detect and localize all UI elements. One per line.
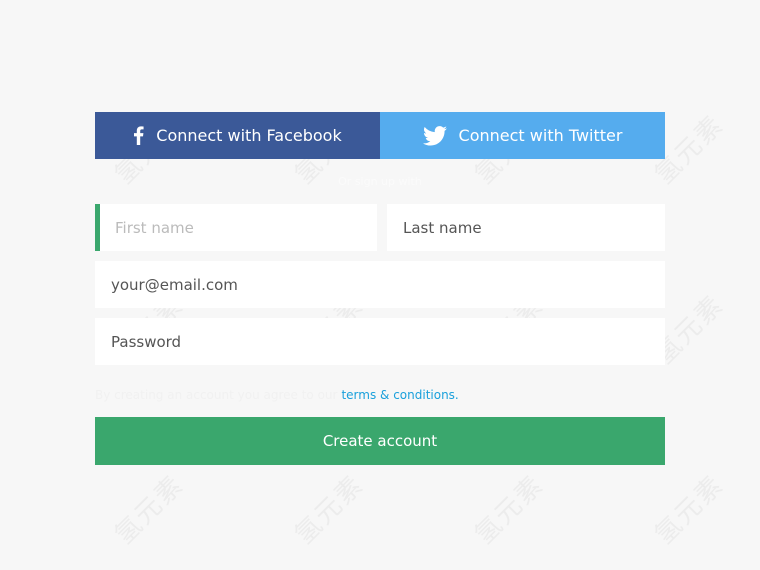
watermark-text: 氢元素 (109, 469, 190, 551)
divider-text: Or sign up with (338, 175, 422, 188)
last-name-input[interactable] (387, 204, 665, 251)
email-input[interactable] (95, 261, 665, 308)
social-login-row: Connect with Facebook Connect with Twitt… (95, 112, 665, 159)
watermark-text: 氢元素 (649, 469, 730, 551)
facebook-connect-button[interactable]: Connect with Facebook (95, 112, 380, 159)
name-fields-row (95, 204, 665, 251)
password-field-row (95, 318, 665, 365)
twitter-connect-button[interactable]: Connect with Twitter (380, 112, 665, 159)
facebook-icon (133, 126, 144, 145)
terms-text: By creating an account you agree to our (95, 388, 338, 402)
email-field-row (95, 261, 665, 308)
signup-form: Connect with Facebook Connect with Twitt… (95, 112, 665, 465)
terms-link[interactable]: terms & conditions. (341, 388, 458, 402)
twitter-icon (422, 125, 447, 146)
first-name-input[interactable] (95, 204, 377, 251)
terms-row: By creating an account you agree to our … (95, 373, 665, 417)
create-account-button[interactable]: Create account (95, 417, 665, 465)
watermark-text: 氢元素 (289, 469, 370, 551)
facebook-connect-label: Connect with Facebook (156, 126, 342, 145)
password-input[interactable] (95, 318, 665, 365)
watermark-text: 氢元素 (469, 469, 550, 551)
twitter-connect-label: Connect with Twitter (458, 126, 623, 145)
